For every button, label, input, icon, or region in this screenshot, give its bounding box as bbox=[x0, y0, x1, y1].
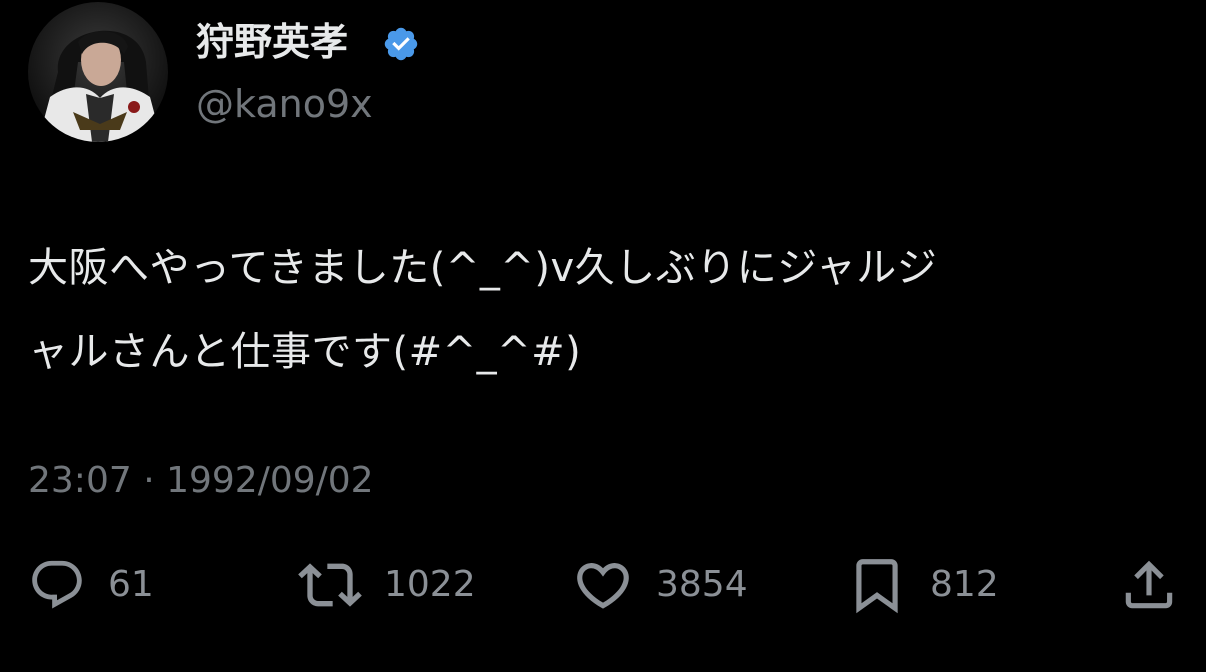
tweet-text: 大阪へやってきました(^_^)v久しぶりにジャルジ ャルさんと仕事です(#^_^… bbox=[28, 245, 938, 375]
bookmark-button[interactable]: 812 bbox=[846, 550, 999, 620]
retweet-count: 1022 bbox=[384, 564, 476, 605]
like-button[interactable]: 3854 bbox=[572, 550, 748, 620]
like-count: 3854 bbox=[656, 564, 748, 605]
verified-badge-icon bbox=[384, 27, 418, 61]
reply-icon bbox=[32, 560, 82, 609]
display-name[interactable]: 狩野英孝 bbox=[196, 16, 348, 68]
retweet-button[interactable]: 1022 bbox=[298, 550, 476, 620]
share-button[interactable] bbox=[1118, 550, 1180, 620]
bookmark-icon bbox=[856, 559, 898, 614]
heart-icon bbox=[577, 563, 629, 609]
retweet-icon bbox=[298, 563, 362, 607]
avatar[interactable] bbox=[28, 2, 168, 142]
avatar-image bbox=[28, 2, 168, 142]
tweet-actions-bar: 61 1022 3854 812 bbox=[0, 550, 1206, 620]
reply-count: 61 bbox=[108, 564, 154, 605]
user-handle[interactable]: @kano9x bbox=[196, 78, 373, 130]
share-icon bbox=[1125, 560, 1173, 609]
bookmark-count: 812 bbox=[930, 564, 999, 605]
reply-button[interactable]: 61 bbox=[28, 550, 154, 620]
tweet-timestamp[interactable]: 23:07 · 1992/09/02 bbox=[28, 456, 374, 506]
